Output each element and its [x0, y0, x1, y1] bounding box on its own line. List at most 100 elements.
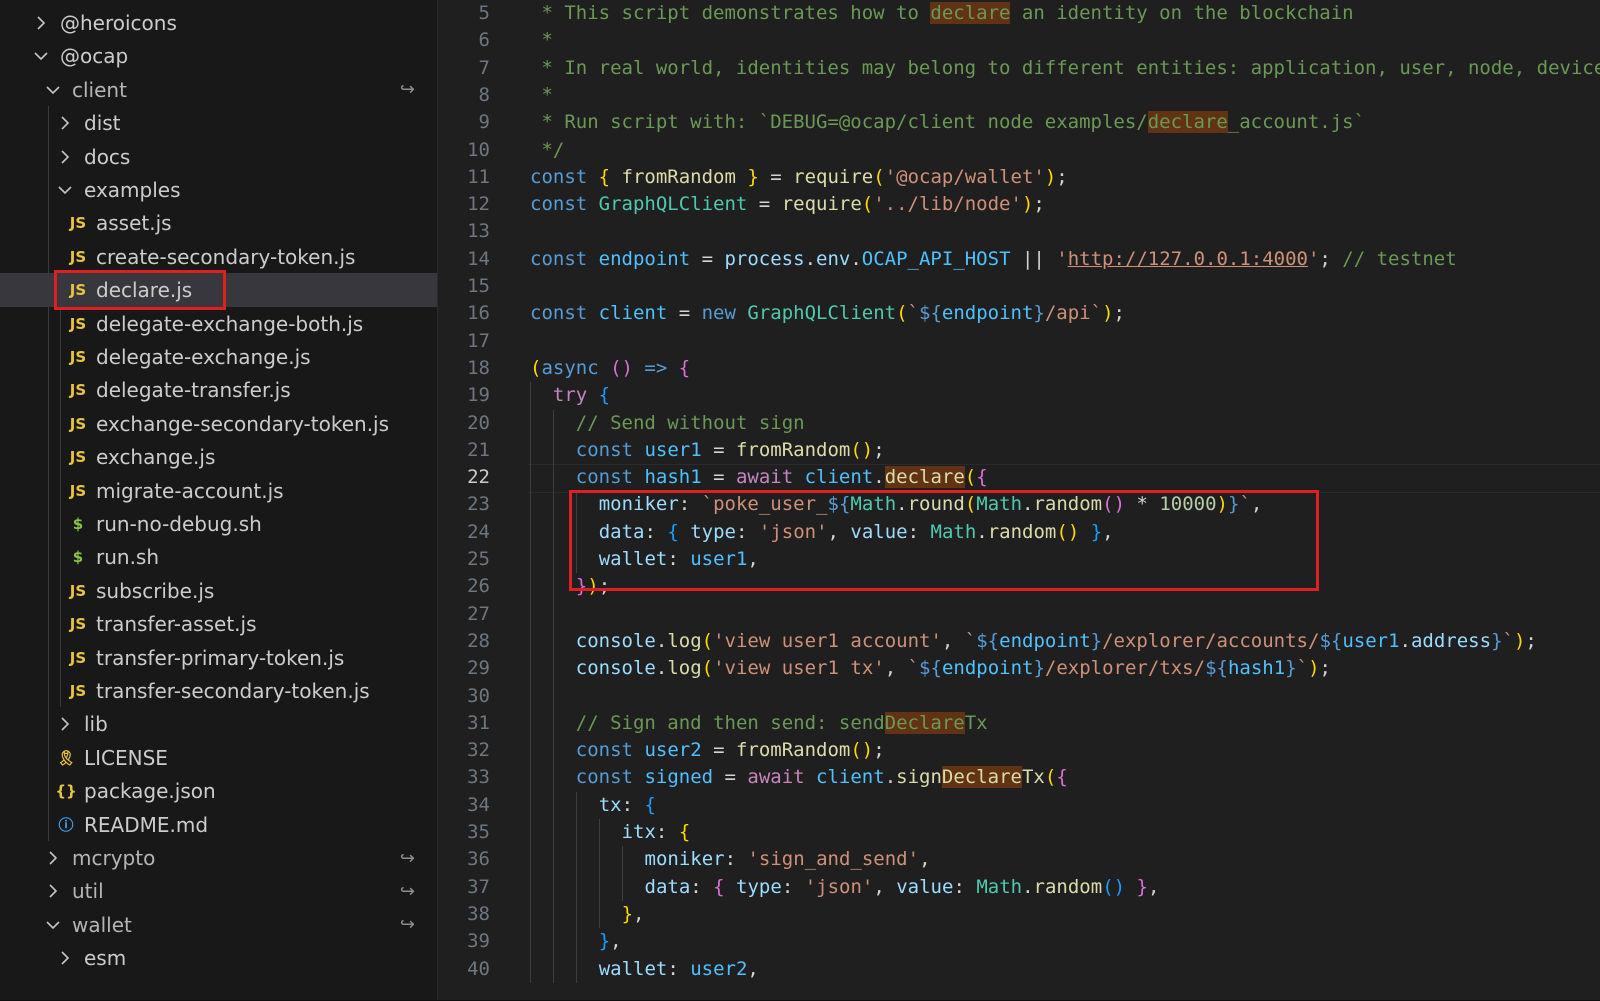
explorer-file[interactable]: JS delegate-transfer.js	[0, 373, 437, 407]
chevron-right-icon[interactable]	[52, 716, 78, 732]
json-file-icon: {}	[55, 782, 77, 801]
explorer-item-label: create-secondary-token.js	[96, 244, 356, 269]
code-line[interactable]: 12 const GraphQLClient = require('../lib/…	[438, 191, 1600, 218]
explorer-folder[interactable]: @heroicons	[0, 6, 437, 40]
line-number: 38	[467, 902, 490, 925]
code-line[interactable]: 23 moniker: `poke_user_${Math.round(Math.…	[438, 491, 1600, 518]
explorer-file[interactable]: {} package.json	[0, 774, 437, 808]
code-line[interactable]: 14 const endpoint = process.env.OCAP_API_…	[438, 246, 1600, 273]
code-line[interactable]: 37 data: { type: 'json', value: Math.rand…	[438, 874, 1600, 901]
code-token: :	[667, 548, 691, 570]
code-line[interactable]: 35 itx: {	[438, 819, 1600, 846]
code-line[interactable]: 7 * In real world, identities may belong…	[438, 55, 1600, 82]
code-token: .	[850, 247, 862, 270]
code-line[interactable]: 13	[438, 218, 1600, 245]
code-text: (async () => {	[530, 355, 690, 382]
code-line[interactable]: 21 const user1 = fromRandom();	[438, 437, 1600, 464]
code-line[interactable]: 39},	[438, 928, 1600, 955]
explorer-item-label: exchange.js	[96, 445, 216, 470]
code-token: (	[701, 629, 714, 652]
code-editor[interactable]: 5 * This script demonstrates how to decl…	[438, 0, 1600, 1001]
code-line[interactable]: 26});	[438, 573, 1600, 600]
explorer-file[interactable]: JS transfer-secondary-token.js	[0, 674, 437, 708]
code-token: .	[1399, 629, 1411, 652]
code-token: try	[552, 384, 599, 407]
explorer-file[interactable]: JS declare.js	[0, 273, 437, 308]
code-line[interactable]: 18 (async () => {	[438, 355, 1600, 382]
code-line[interactable]: 33 const signed = await client.signDeclar…	[438, 764, 1600, 791]
explorer-file[interactable]: JS exchange.js	[0, 440, 437, 474]
chevron-right-icon[interactable]	[28, 15, 54, 31]
code-token: (	[873, 165, 885, 188]
chevron-down-icon[interactable]	[28, 48, 54, 64]
explorer-folder[interactable]: docs	[0, 140, 437, 174]
code-line[interactable]: 6 *	[438, 27, 1600, 54]
explorer-folder[interactable]: dist	[0, 106, 437, 140]
code-indent-guide	[575, 791, 577, 983]
chevron-down-icon[interactable]	[40, 917, 66, 933]
explorer-file[interactable]: JS transfer-primary-token.js	[0, 641, 437, 675]
explorer-item-label: migrate-account.js	[96, 478, 284, 503]
chevron-right-icon[interactable]	[52, 149, 78, 165]
explorer-item-label: delegate-transfer.js	[96, 378, 291, 403]
chevron-right-icon[interactable]	[40, 850, 66, 866]
code-line[interactable]: 38},	[438, 901, 1600, 928]
code-line[interactable]: 30	[438, 683, 1600, 710]
code-line[interactable]: 5 * This script demonstrates how to decl…	[438, 0, 1600, 27]
explorer-file[interactable]: JS exchange-secondary-token.js	[0, 407, 437, 441]
code-line[interactable]: 16 const client = new GraphQLClient(`${en…	[438, 300, 1600, 327]
code-line[interactable]: 17	[438, 328, 1600, 355]
explorer-file[interactable]: ⓘ README.md	[0, 808, 437, 842]
explorer-file[interactable]: JS asset.js	[0, 206, 437, 240]
explorer-folder[interactable]: mcrypto ↪	[0, 841, 437, 875]
explorer-file[interactable]: JS delegate-exchange-both.js	[0, 307, 437, 341]
chevron-right-icon[interactable]	[52, 115, 78, 131]
code-line[interactable]: 15	[438, 273, 1600, 300]
explorer-file[interactable]: JS transfer-asset.js	[0, 607, 437, 641]
explorer-file[interactable]: JS migrate-account.js	[0, 474, 437, 508]
code-line[interactable]: 9 * Run script with: `DEBUG=@ocap/client…	[438, 109, 1600, 136]
explorer-folder[interactable]: @ocap	[0, 39, 437, 73]
code-line[interactable]: 34 tx: {	[438, 792, 1600, 819]
code-line[interactable]: 40 wallet: user2,	[438, 956, 1600, 983]
code-line[interactable]: 19 try {	[438, 382, 1600, 409]
explorer-file[interactable]: 🎗 LICENSE	[0, 741, 437, 775]
explorer-file[interactable]: JS create-secondary-token.js	[0, 240, 437, 274]
code-token: *	[530, 29, 553, 52]
explorer-file[interactable]: JS subscribe.js	[0, 574, 437, 608]
explorer-folder[interactable]: lib	[0, 707, 437, 741]
code-line[interactable]: 29 console.log('view user1 tx', `${endpoi…	[438, 655, 1600, 682]
line-number: 24	[467, 520, 490, 543]
code-line[interactable]: 20 // Send without sign	[438, 410, 1600, 437]
explorer-folder[interactable]: examples	[0, 173, 437, 207]
chevron-right-icon[interactable]	[52, 950, 78, 966]
explorer-file[interactable]: $ run.sh	[0, 540, 437, 574]
code-line[interactable]: 28 console.log('view user1 account', `${e…	[438, 628, 1600, 655]
code-token: ,	[633, 902, 645, 925]
explorer-folder[interactable]: wallet ↪	[0, 908, 437, 942]
code-token: const	[575, 466, 645, 489]
explorer-folder[interactable]: client ↪	[0, 73, 437, 107]
code-line[interactable]: 24 data: { type: 'json', value: Math.rand…	[438, 519, 1600, 546]
code-line[interactable]: 31 // Sign and then send: sendDeclareTx	[438, 710, 1600, 737]
explorer-folder[interactable]: util ↪	[0, 874, 437, 908]
explorer-file[interactable]: JS delegate-exchange.js	[0, 340, 437, 374]
code-line[interactable]: 10 */	[438, 137, 1600, 164]
explorer-file[interactable]: $ run-no-debug.sh	[0, 507, 437, 541]
chevron-down-icon[interactable]	[40, 82, 66, 98]
repository-link-icon: ↪	[399, 79, 415, 101]
code-line[interactable]: 36 moniker: 'sign_and_send',	[438, 846, 1600, 873]
code-line[interactable]: 11 const { fromRandom } = require('@ocap/…	[438, 164, 1600, 191]
code-line[interactable]: 8 *	[438, 82, 1600, 109]
chevron-down-icon[interactable]	[52, 182, 78, 198]
explorer-item-label: LICENSE	[84, 745, 168, 770]
code-token: OCAP_API_HOST	[861, 247, 1011, 270]
code-line[interactable]: 32 const user2 = fromRandom();	[438, 737, 1600, 764]
explorer-folder[interactable]: esm	[0, 941, 437, 975]
code-line[interactable]: 22 const hash1 = await client.declare({	[438, 464, 1600, 491]
chevron-right-icon[interactable]	[40, 883, 66, 899]
code-token: Tx	[1021, 766, 1045, 789]
code-line[interactable]: 25 wallet: user1,	[438, 546, 1600, 573]
code-line[interactable]: 27	[438, 601, 1600, 628]
